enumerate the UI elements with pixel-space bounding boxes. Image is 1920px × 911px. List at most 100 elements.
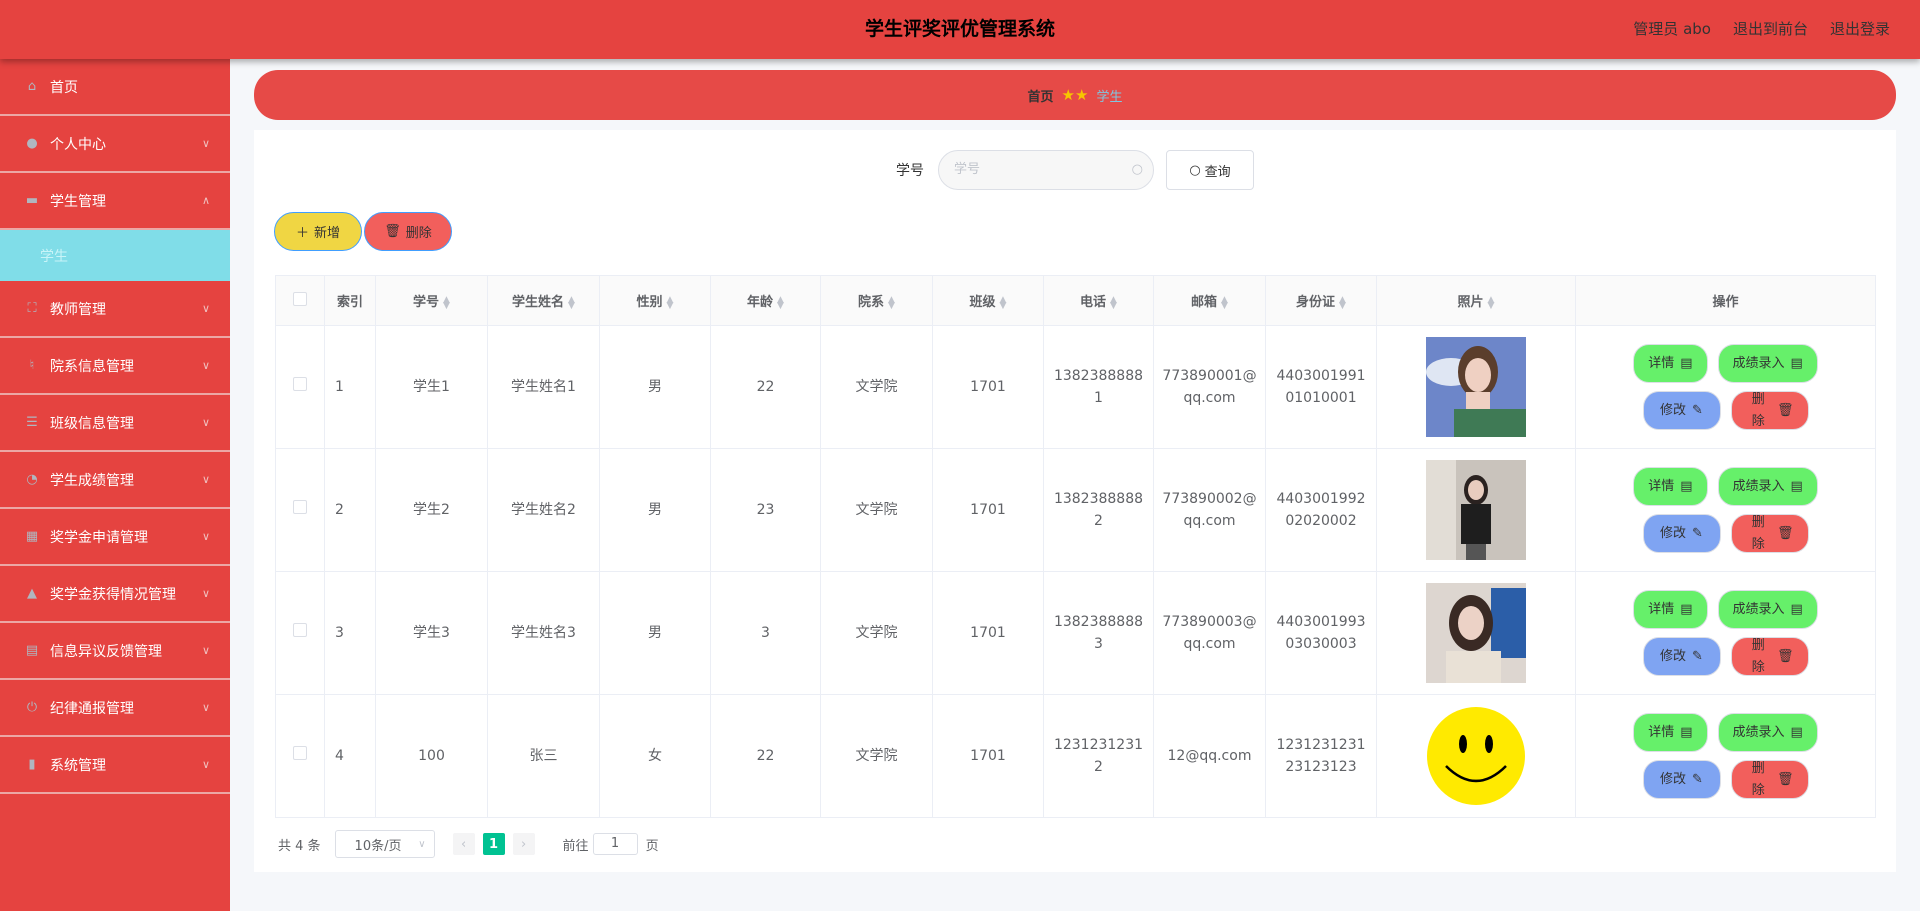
sort-icon[interactable]: ▲ ▼ — [1221, 295, 1228, 310]
sort-icon[interactable]: ▲ ▼ — [1339, 295, 1346, 310]
score-entry-button[interactable]: 成绩录入 ▤ — [1717, 713, 1818, 752]
edit-button[interactable]: 修改 ✎ — [1642, 514, 1721, 553]
chevron-down-icon: ∨ — [201, 416, 210, 429]
breadcrumb-home[interactable]: 首页 — [1028, 86, 1054, 105]
cell-gender: 男 — [599, 325, 711, 449]
document-icon: ▤ — [1790, 601, 1803, 617]
column-header[interactable]: 性别 ▲ ▼ — [599, 275, 711, 326]
detail-button[interactable]: 详情 ▤ — [1633, 467, 1708, 506]
cell-gender: 女 — [599, 694, 711, 818]
page-size-select[interactable]: 10条/页 ∨ — [334, 830, 435, 858]
cell-phone: 13823888882 — [1043, 448, 1154, 572]
chevron-down-icon: ∨ — [201, 473, 210, 486]
sidebar-item-discipline[interactable]: ⏻ 纪律通报管理 ∨ — [0, 680, 230, 737]
row-checkbox[interactable] — [293, 500, 307, 514]
sort-icon[interactable]: ▲ ▼ — [667, 295, 674, 310]
pencil-icon: ✎ — [1692, 648, 1703, 664]
student-photo[interactable] — [1426, 460, 1526, 560]
cell-phone: 12312312312 — [1043, 694, 1154, 818]
student-id-input[interactable]: 学号 ○ — [938, 150, 1154, 190]
cell-name: 张三 — [487, 694, 600, 818]
column-header[interactable]: 学号 ▲ ▼ — [375, 275, 488, 326]
row-delete-button[interactable]: 删除 🗑 — [1730, 391, 1809, 430]
sidebar-item-scores[interactable]: ◔ 学生成绩管理 ∨ — [0, 452, 230, 509]
logout-link[interactable]: 退出登录 — [1830, 0, 1890, 59]
chevron-down-icon: ∨ — [201, 137, 210, 150]
row-checkbox[interactable] — [293, 623, 307, 637]
column-header[interactable]: 邮箱 ▲ ▼ — [1153, 275, 1266, 326]
score-entry-button[interactable]: 成绩录入 ▤ — [1717, 467, 1818, 506]
detail-button[interactable]: 详情 ▤ — [1633, 590, 1708, 629]
column-header[interactable]: 电话 ▲ ▼ — [1043, 275, 1154, 326]
sidebar-item-scholarship-awards[interactable]: ▲ 奖学金获得情况管理 ∨ — [0, 566, 230, 623]
page-number-current[interactable]: 1 — [482, 833, 505, 855]
power-icon: ⏻ — [26, 700, 38, 715]
student-photo[interactable] — [1426, 706, 1526, 806]
sort-icon[interactable]: ▲ ▼ — [1000, 295, 1007, 310]
query-button[interactable]: ○ 查询 — [1166, 150, 1254, 190]
detail-label: 详情 — [1648, 355, 1675, 371]
printer-icon: ▤ — [25, 643, 39, 658]
search-icon: ○ — [1189, 162, 1201, 178]
sidebar-item-system[interactable]: ▮ 系统管理 ∨ — [0, 737, 230, 794]
sidebar-item-classes[interactable]: ☰ 班级信息管理 ∨ — [0, 395, 230, 452]
column-header[interactable]: 学生姓名 ▲ ▼ — [487, 275, 600, 326]
search-placeholder: 学号 — [954, 162, 981, 177]
goto-label: 前往 — [562, 838, 589, 854]
row-delete-button[interactable]: 删除 🗑 — [1730, 514, 1809, 553]
cell-name: 学生姓名1 — [487, 325, 600, 449]
score-entry-button[interactable]: 成绩录入 ▤ — [1717, 590, 1818, 629]
next-page-button[interactable]: › — [512, 833, 535, 855]
sort-icon[interactable]: ▲ ▼ — [568, 295, 575, 310]
row-delete-button[interactable]: 删除 🗑 — [1730, 637, 1809, 676]
sidebar-item-students[interactable]: ▬ 学生管理 ∧ — [0, 173, 230, 230]
list-icon: ☰ — [26, 415, 38, 430]
cell-photo — [1376, 694, 1576, 818]
edit-button[interactable]: 修改 ✎ — [1642, 391, 1721, 430]
prev-page-button[interactable]: ‹ — [452, 833, 475, 855]
student-photo[interactable] — [1426, 583, 1526, 683]
detail-button[interactable]: 详情 ▤ — [1633, 344, 1708, 383]
sidebar-item-feedback[interactable]: ▤ 信息异议反馈管理 ∨ — [0, 623, 230, 680]
sidebar-item-personal[interactable]: ● 个人中心 ∨ — [0, 116, 230, 173]
edit-button[interactable]: 修改 ✎ — [1642, 637, 1721, 676]
sort-icon[interactable]: ▲ ▼ — [443, 295, 450, 310]
query-label: 查询 — [1204, 164, 1231, 180]
row-checkbox[interactable] — [293, 377, 307, 391]
cell-email: 12@qq.com — [1153, 694, 1266, 818]
trash-icon: 🗑 — [1776, 648, 1794, 664]
sidebar-subitem-student[interactable]: 学生 — [0, 230, 230, 281]
column-header[interactable]: 院系 ▲ ▼ — [820, 275, 933, 326]
column-header[interactable]: 身份证 ▲ ▼ — [1265, 275, 1377, 326]
cell-idcard: 123123123123123123 — [1265, 694, 1377, 818]
select-all-checkbox[interactable] — [293, 291, 307, 306]
sidebar-item-departments[interactable]: ♮ 院系信息管理 ∨ — [0, 338, 230, 395]
sidebar-item-teachers[interactable]: ⛶ 教师管理 ∨ — [0, 281, 230, 338]
cell-age: 3 — [710, 571, 821, 695]
sidebar-item-scholarship-apply[interactable]: ▦ 奖学金申请管理 ∨ — [0, 509, 230, 566]
column-header[interactable]: 班级 ▲ ▼ — [932, 275, 1044, 326]
cell-phone: 13823888883 — [1043, 571, 1154, 695]
edit-button[interactable]: 修改 ✎ — [1642, 760, 1721, 799]
cell-dept: 文学院 — [820, 325, 933, 449]
column-header[interactable]: 照片 ▲ ▼ — [1376, 275, 1576, 326]
sort-icon[interactable]: ▲ ▼ — [777, 295, 784, 310]
goto-page-input[interactable]: 1 — [592, 833, 638, 855]
add-button[interactable]: ＋ 新增 — [274, 212, 362, 251]
column-header[interactable]: 年龄 ▲ ▼ — [710, 275, 821, 326]
detail-button[interactable]: 详情 ▤ — [1633, 713, 1708, 752]
score-entry-label: 成绩录入 — [1732, 601, 1785, 617]
student-photo[interactable] — [1426, 337, 1526, 437]
sort-icon[interactable]: ▲ ▼ — [1110, 295, 1117, 310]
column-header-label: 操作 — [1712, 295, 1739, 310]
menu-label: 奖学金申请管理 — [50, 529, 148, 546]
score-entry-button[interactable]: 成绩录入 ▤ — [1717, 344, 1818, 383]
sort-icon[interactable]: ▲ ▼ — [1488, 295, 1495, 310]
sort-icon[interactable]: ▲ ▼ — [888, 295, 895, 310]
sidebar-item-home[interactable]: ⌂ 首页 — [0, 59, 230, 116]
exit-to-front-link[interactable]: 退出到前台 — [1733, 0, 1808, 59]
row-checkbox[interactable] — [293, 746, 307, 760]
cell-age: 22 — [710, 694, 821, 818]
row-delete-button[interactable]: 删除 🗑 — [1730, 760, 1809, 799]
delete-button[interactable]: 🗑 删除 — [364, 212, 452, 251]
